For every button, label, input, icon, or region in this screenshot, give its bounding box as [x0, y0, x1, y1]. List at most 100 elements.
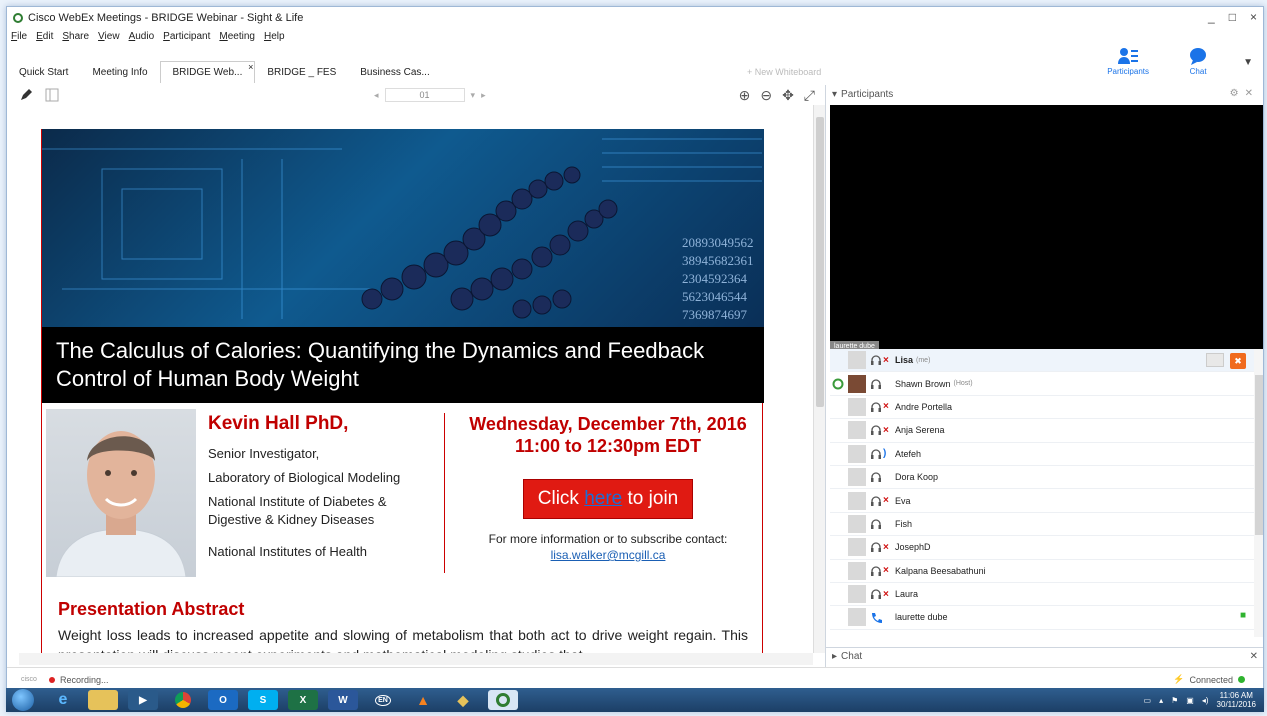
menu-edit[interactable]: Edit: [36, 31, 53, 42]
participant-role: (Host): [953, 380, 973, 388]
internet-explorer-icon[interactable]: e: [48, 690, 78, 710]
muted-icon: ×: [883, 565, 889, 577]
page-navigator: ◂ 01 ▾ ▸: [374, 88, 486, 102]
slide-horizontal-scrollbar[interactable]: [19, 653, 813, 665]
skype-icon[interactable]: S: [248, 690, 278, 710]
collapse-chevron-icon[interactable]: ▾: [832, 89, 837, 100]
chat-icon: [1190, 48, 1207, 65]
participant-row[interactable]: × Laura: [830, 583, 1254, 607]
chat-panel-header[interactable]: ▸ Chat ✕: [826, 647, 1263, 665]
headset-icon: [870, 424, 882, 436]
avatar: [848, 538, 866, 557]
page-dropdown-icon[interactable]: ▾: [471, 90, 476, 101]
menu-file[interactable]: File: [11, 31, 27, 42]
pan-icon[interactable]: ✥: [782, 87, 794, 104]
participant-row[interactable]: Fish: [830, 513, 1254, 537]
panel-toggle-icon[interactable]: [45, 88, 59, 102]
slide-vertical-scrollbar[interactable]: [813, 105, 825, 653]
folder-icon[interactable]: ◆: [448, 690, 478, 710]
chat-button[interactable]: Chat: [1173, 47, 1223, 76]
participant-list-scrollbar[interactable]: [1254, 349, 1263, 637]
pencil-icon[interactable]: [19, 88, 33, 102]
video-camera-icon[interactable]: [1206, 353, 1224, 367]
next-page-icon[interactable]: ▸: [481, 90, 486, 101]
file-explorer-icon[interactable]: [88, 690, 118, 710]
webex-app-icon: [13, 13, 23, 23]
participant-row[interactable]: × Eva: [830, 489, 1254, 513]
word-icon[interactable]: W: [328, 690, 358, 710]
menu-audio[interactable]: Audio: [129, 31, 155, 42]
tab-meeting-info[interactable]: Meeting Info: [80, 62, 159, 83]
scrollbar-thumb[interactable]: [816, 117, 824, 407]
participant-role: (me): [916, 356, 931, 364]
participant-row[interactable]: Dora Koop: [830, 466, 1254, 490]
tab-business-case[interactable]: Business Cas...: [348, 62, 441, 83]
participant-row[interactable]: × Anja Serena: [830, 419, 1254, 443]
new-whiteboard-button[interactable]: + New Whiteboard: [747, 67, 821, 77]
chrome-icon[interactable]: [168, 690, 198, 710]
expand-chevron-icon[interactable]: ▸: [832, 651, 837, 662]
zoom-in-icon[interactable]: ⊕: [739, 87, 751, 104]
hero-number: 20893049562: [682, 235, 754, 250]
menu-meeting[interactable]: Meeting: [219, 31, 255, 42]
excel-icon[interactable]: X: [288, 690, 318, 710]
clock[interactable]: 11:06 AM 30/11/2016: [1217, 691, 1256, 709]
minimize-button[interactable]: _: [1208, 10, 1215, 24]
outlook-icon[interactable]: O: [208, 690, 238, 710]
tab-close-icon[interactable]: ×: [248, 62, 253, 72]
mute-button-icon[interactable]: ✖: [1230, 353, 1246, 369]
avatar: [848, 561, 866, 580]
menu-share[interactable]: Share: [62, 31, 89, 42]
fullscreen-icon[interactable]: ⤢: [804, 87, 815, 104]
participants-panel-header[interactable]: ▾ Participants ⚙✕: [826, 85, 1263, 103]
avatar: [848, 397, 866, 416]
system-tray: ▭ ▴ ⚑ ▣ ◂) 11:06 AM 30/11/2016: [1144, 691, 1256, 709]
tab-quick-start[interactable]: Quick Start: [7, 62, 80, 83]
presentation-viewer: 20893049562 38945682361 2304592364 56230…: [19, 105, 813, 653]
headset-icon: [870, 518, 882, 530]
panel-close-icon[interactable]: ✕: [1245, 88, 1259, 99]
participant-row[interactable]: Shawn Brown (Host): [830, 372, 1254, 396]
participant-row[interactable]: × JosephD: [830, 536, 1254, 560]
tray-expand-icon[interactable]: ▴: [1159, 696, 1163, 705]
scrollbar-thumb[interactable]: [1255, 375, 1263, 535]
participants-button[interactable]: Participants: [1103, 47, 1153, 76]
prev-page-icon[interactable]: ◂: [374, 90, 379, 101]
webex-taskbar-icon[interactable]: [488, 690, 518, 710]
vlc-icon[interactable]: ▲: [408, 690, 438, 710]
cisco-logo: cisco: [21, 675, 37, 683]
panel-settings-icon[interactable]: ⚙: [1230, 88, 1245, 99]
chat-close-icon[interactable]: ✕: [1250, 651, 1258, 662]
participant-row[interactable]: × Lisa (me) ✖: [830, 349, 1254, 373]
participant-name: Kalpana Beesabathuni: [895, 565, 986, 576]
zoom-out-icon[interactable]: ⊖: [760, 87, 772, 104]
flag-icon[interactable]: ⚑: [1171, 696, 1178, 705]
menu-view[interactable]: View: [98, 31, 120, 42]
abstract-text: Weight loss leads to increased appetite …: [58, 627, 748, 653]
volume-icon[interactable]: ◂): [1202, 696, 1209, 705]
tab-bridge-webinar[interactable]: BRIDGE Web... ×: [159, 61, 256, 83]
network-icon[interactable]: ▣: [1186, 696, 1194, 705]
slide: 20893049562 38945682361 2304592364 56230…: [41, 129, 764, 653]
participant-row[interactable]: laurette dube ■: [830, 606, 1254, 630]
participant-row[interactable]: × Kalpana Beesabathuni: [830, 560, 1254, 583]
menu-participant[interactable]: Participant: [163, 31, 210, 42]
avatar: [848, 608, 866, 627]
participant-row[interactable]: ) Atefeh: [830, 443, 1254, 466]
tab-bridge-fes[interactable]: BRIDGE _ FES: [255, 62, 348, 83]
participant-row[interactable]: × Andre Portella: [830, 396, 1254, 420]
join-button[interactable]: Click here to join: [522, 479, 694, 519]
keyboard-icon[interactable]: ▭: [1144, 696, 1152, 705]
start-button-icon[interactable]: [12, 689, 34, 711]
menu-help[interactable]: Help: [264, 31, 285, 42]
panel-options-chevron-icon[interactable]: ▼: [1243, 57, 1253, 68]
phone-icon: [870, 611, 882, 624]
status-spacer: [832, 401, 844, 413]
maximize-button[interactable]: □: [1229, 10, 1236, 24]
page-number-field[interactable]: 01: [384, 88, 465, 102]
contact-email-link[interactable]: lisa.walker@mcgill.ca: [551, 548, 666, 562]
close-button[interactable]: ×: [1250, 10, 1257, 24]
media-player-icon[interactable]: ▶: [128, 690, 158, 710]
join-link[interactable]: here: [584, 488, 622, 509]
language-icon[interactable]: EN: [368, 690, 398, 710]
